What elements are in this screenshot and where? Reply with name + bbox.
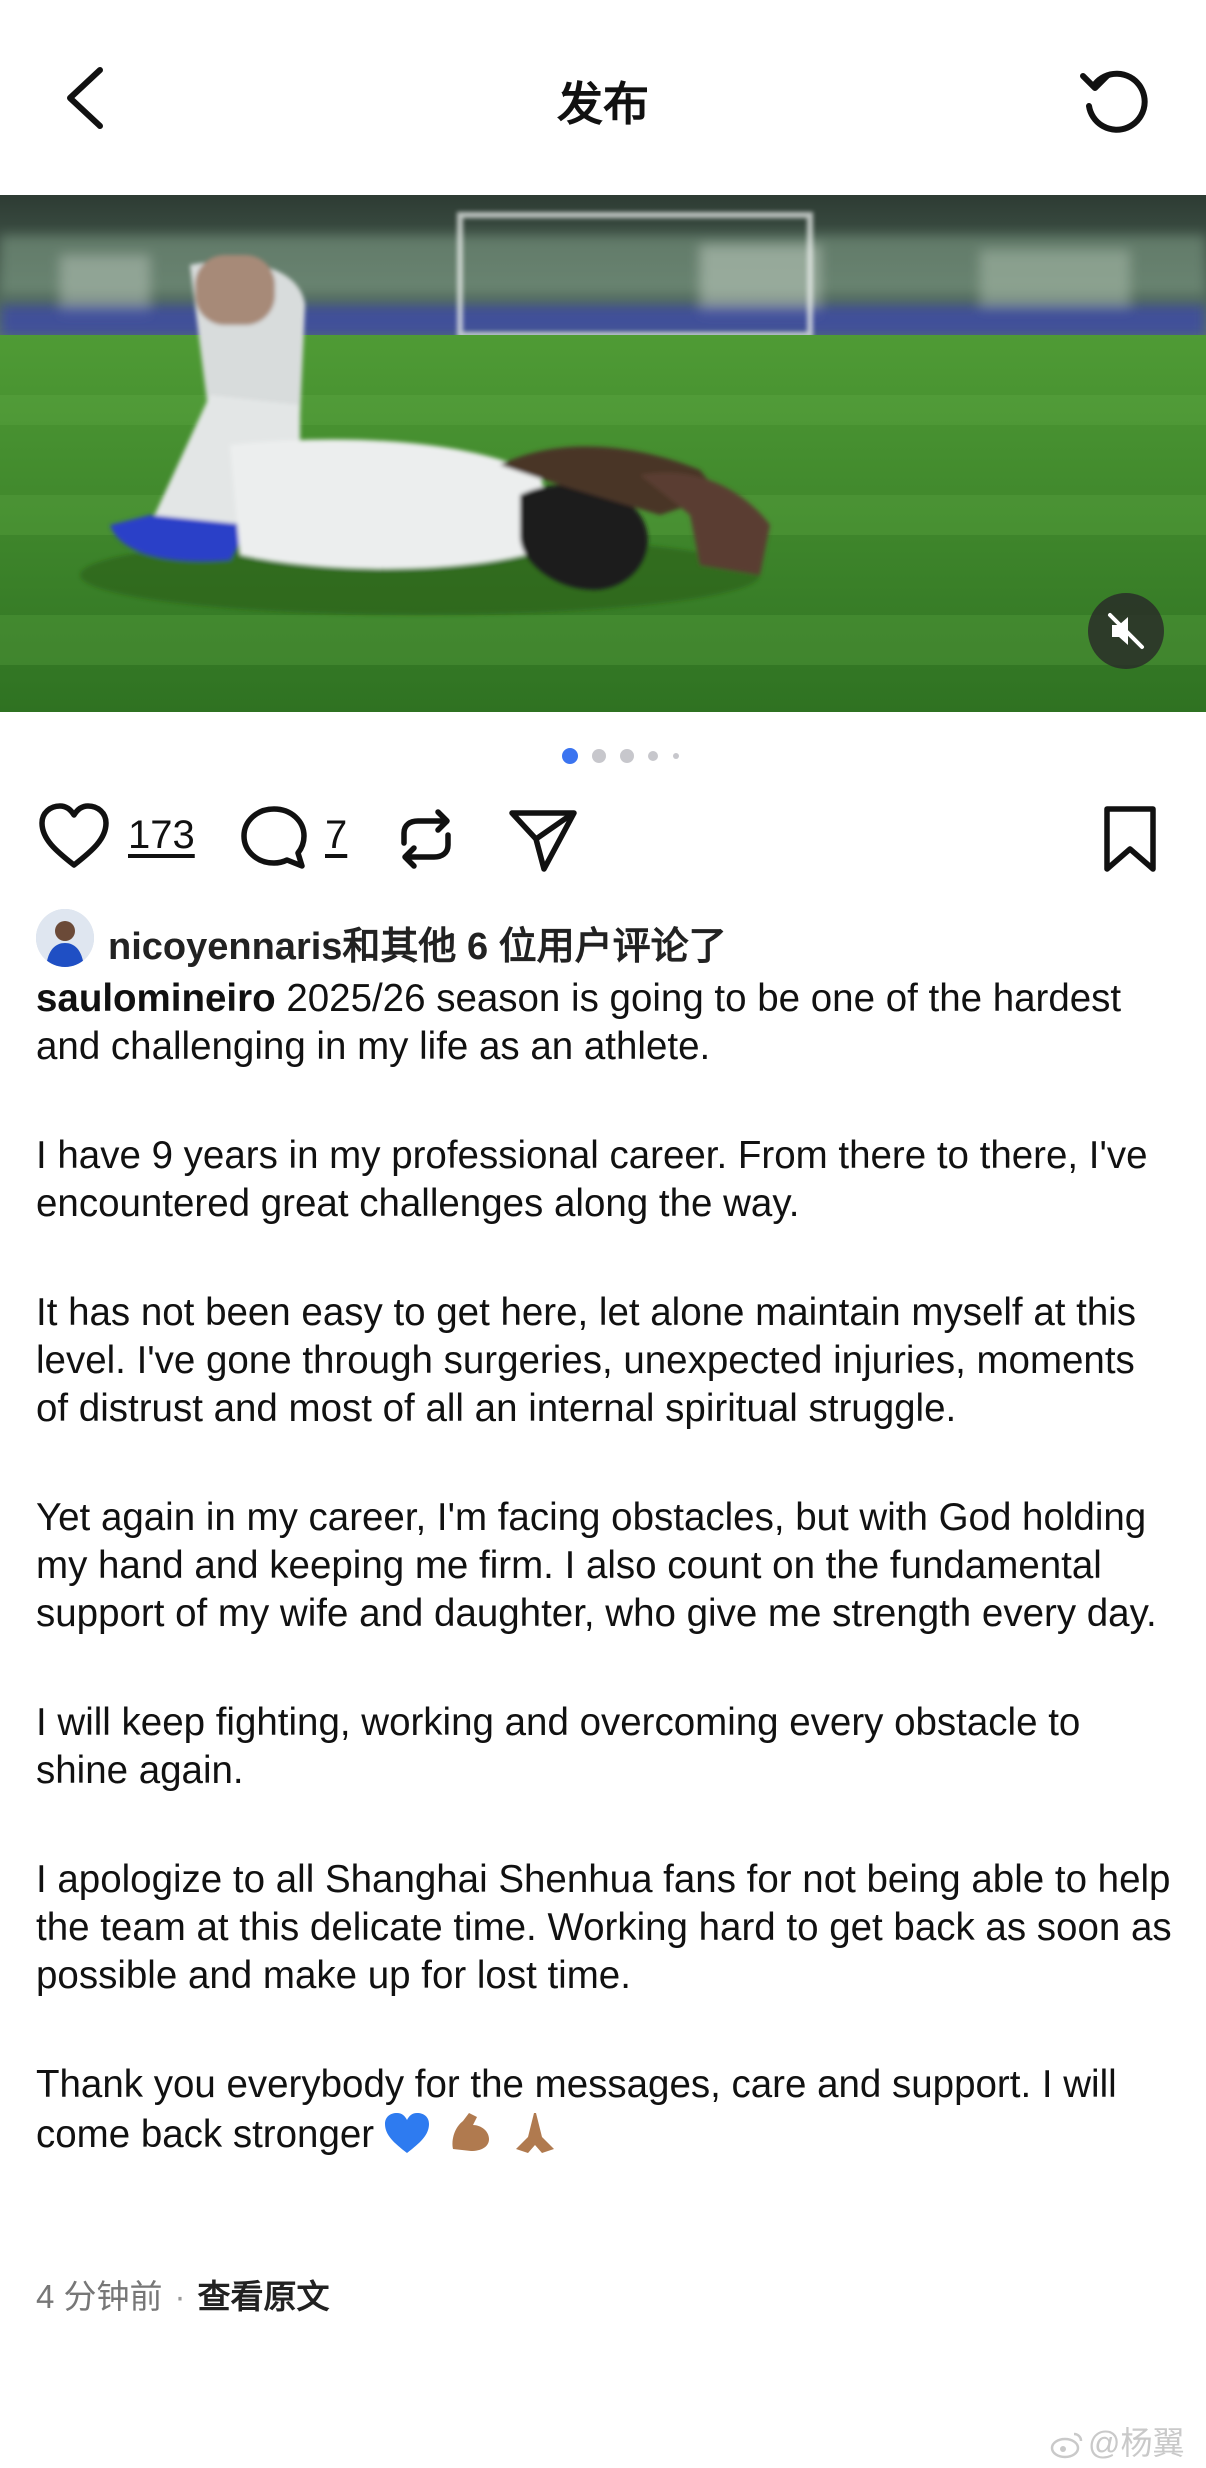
comment-button[interactable] [238,803,310,875]
commenter-avatar[interactable] [36,909,94,967]
action-bar: 173 7 [0,795,1206,885]
send-icon [509,810,577,872]
carousel-indicator [562,748,702,764]
comment-bubble-icon [241,806,307,869]
repost-icon [401,809,451,869]
carousel-dot [648,751,658,761]
post-media[interactable] [0,195,1206,712]
carousel-dot [673,753,679,759]
refresh-button[interactable] [1075,60,1155,140]
post-time: 4 分钟前 [36,2278,163,2315]
speaker-muted-icon [1108,613,1144,649]
bookmark-icon [1104,806,1156,872]
repost-button[interactable] [390,803,462,875]
carousel-dot [620,749,634,763]
top-bar: 发布 [0,0,1206,195]
caption-paragraph: Yet again in my career, I'm facing obsta… [36,1496,1157,1635]
share-button[interactable] [506,803,580,875]
commenters-text: 和其他 6 位用户评论了 [342,926,727,968]
post-caption: saulomineiro 2025/26 season is going to … [36,975,1176,2167]
meta-separator: · [174,2278,186,2315]
post-meta: 4 分钟前 · 查看原文 [36,2270,330,2318]
post-photo [0,195,1206,712]
watermark: @杨翼 [1050,2418,1185,2468]
view-original-link[interactable]: 查看原文 [198,2278,330,2315]
author-username[interactable]: saulomineiro [36,977,276,1020]
like-button[interactable] [36,801,116,881]
carousel-dot-active [562,748,578,764]
carousel-dot [592,749,606,763]
commenter-username[interactable]: nicoyennaris [108,926,342,968]
caption-paragraph: It has not been easy to get here, let al… [36,1291,1137,1430]
page-title: 发布 [557,78,649,130]
folded-hands-icon [515,2113,554,2153]
flexed-biceps-icon [452,2113,489,2151]
refresh-icon [1080,70,1148,133]
heart-icon [39,803,109,868]
comment-count[interactable]: 7 [325,813,347,858]
caption-paragraph: I have 9 years in my professional career… [36,1134,1148,1225]
watermark-text: @杨翼 [1088,2425,1185,2461]
weibo-logo-icon [1050,2430,1084,2468]
caption-paragraph: saulomineiro 2025/26 season is going to … [36,977,1122,1068]
comments-summary[interactable]: nicoyennaris和其他 6 位用户评论了 [108,915,727,970]
blue-heart-icon [385,2113,430,2153]
caption-paragraph: I will keep fighting, working and overco… [36,1701,1081,1792]
caption-paragraph-last: Thank you everybody for the messages, ca… [36,2061,1176,2167]
save-button[interactable] [1097,803,1163,875]
caption-paragraph: I apologize to all Shanghai Shenhua fans… [36,1858,1172,1997]
like-count[interactable]: 173 [128,813,195,858]
avatar-image [36,909,94,967]
mute-button[interactable] [1088,593,1164,669]
emoji-row [382,2109,559,2167]
